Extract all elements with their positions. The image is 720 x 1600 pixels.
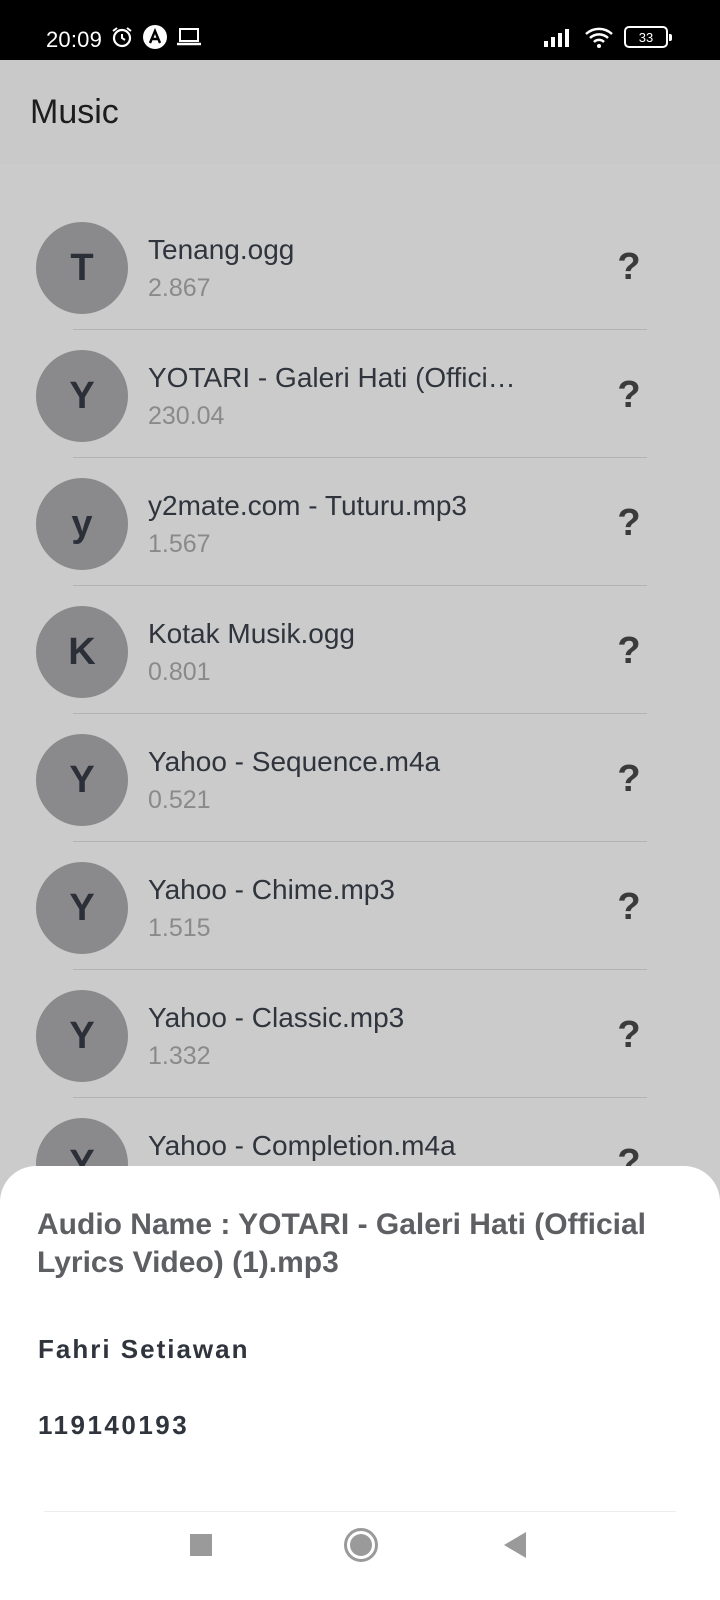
list-item[interactable]: Y YOTARI - Galeri Hati (Offici… 230.04 ? bbox=[0, 330, 720, 458]
laptop-icon bbox=[177, 28, 201, 46]
divider bbox=[44, 1511, 676, 1512]
help-icon[interactable]: ? bbox=[612, 502, 646, 545]
track-size: 1.515 bbox=[148, 914, 211, 942]
track-title: YOTARI - Galeri Hati (Offici… bbox=[148, 362, 516, 393]
avatar: Y bbox=[36, 862, 128, 954]
track-size: 0.801 bbox=[148, 658, 211, 686]
track-size: 1.567 bbox=[148, 530, 211, 558]
author-name: Fahri Setiawan bbox=[38, 1334, 250, 1364]
track-size: 230.04 bbox=[148, 402, 225, 430]
audio-name-label: Audio Name : YOTARI - Galeri Hati (Offic… bbox=[37, 1208, 646, 1279]
avatar: K bbox=[36, 606, 128, 698]
alarm-icon bbox=[112, 27, 132, 48]
list-item[interactable]: y y2mate.com - Tuturu.mp3 1.567 ? bbox=[0, 458, 720, 586]
track-title: Yahoo - Chime.mp3 bbox=[148, 874, 395, 905]
page-title: Music bbox=[30, 93, 119, 131]
list-item[interactable]: Y Yahoo - Chime.mp3 1.515 ? bbox=[0, 842, 720, 970]
avatar: Y bbox=[36, 990, 128, 1082]
track-title: Tenang.ogg bbox=[148, 234, 295, 265]
track-list: T Tenang.ogg 2.867 ? Y YOTARI - Galeri H… bbox=[0, 202, 720, 1226]
recents-icon[interactable] bbox=[190, 1534, 212, 1556]
status-left-icons bbox=[110, 24, 202, 50]
help-icon[interactable]: ? bbox=[612, 374, 646, 417]
navigation-bar bbox=[0, 1518, 720, 1578]
track-size: 0.521 bbox=[148, 786, 211, 814]
avatar: y bbox=[36, 478, 128, 570]
list-item[interactable]: K Kotak Musik.ogg 0.801 ? bbox=[0, 586, 720, 714]
status-time: 20:09 bbox=[46, 27, 103, 52]
signal-icon bbox=[544, 29, 569, 47]
help-icon[interactable]: ? bbox=[612, 758, 646, 801]
battery-icon: 33 bbox=[624, 26, 672, 48]
battery-level: 33 bbox=[638, 29, 654, 45]
avatar: Y bbox=[36, 734, 128, 826]
author-id: 119140193 bbox=[38, 1410, 190, 1440]
app-bar: Music bbox=[0, 60, 720, 164]
app-a-icon bbox=[143, 25, 167, 49]
avatar: T bbox=[36, 222, 128, 314]
track-title: Kotak Musik.ogg bbox=[148, 618, 355, 649]
home-icon[interactable] bbox=[344, 1528, 378, 1562]
track-size: 2.867 bbox=[148, 274, 211, 302]
status-bar: 20:09 33 bbox=[0, 0, 720, 60]
back-icon[interactable] bbox=[504, 1532, 526, 1558]
help-icon[interactable]: ? bbox=[612, 630, 646, 673]
help-icon[interactable]: ? bbox=[612, 1014, 646, 1057]
track-title: Yahoo - Completion.m4a bbox=[148, 1130, 456, 1161]
track-size: 1.332 bbox=[148, 1042, 211, 1070]
help-icon[interactable]: ? bbox=[612, 886, 646, 929]
wifi-icon bbox=[585, 27, 613, 48]
list-item[interactable]: T Tenang.ogg 2.867 ? bbox=[0, 202, 720, 330]
track-title: Yahoo - Sequence.m4a bbox=[148, 746, 441, 777]
track-title: Yahoo - Classic.mp3 bbox=[148, 1002, 405, 1033]
avatar: Y bbox=[36, 350, 128, 442]
status-right-icons: 33 bbox=[544, 26, 672, 48]
help-icon[interactable]: ? bbox=[612, 246, 646, 289]
list-item[interactable]: Y Yahoo - Classic.mp3 1.332 ? bbox=[0, 970, 720, 1098]
track-title: y2mate.com - Tuturu.mp3 bbox=[148, 490, 468, 521]
list-item[interactable]: Y Yahoo - Sequence.m4a 0.521 ? bbox=[0, 714, 720, 842]
